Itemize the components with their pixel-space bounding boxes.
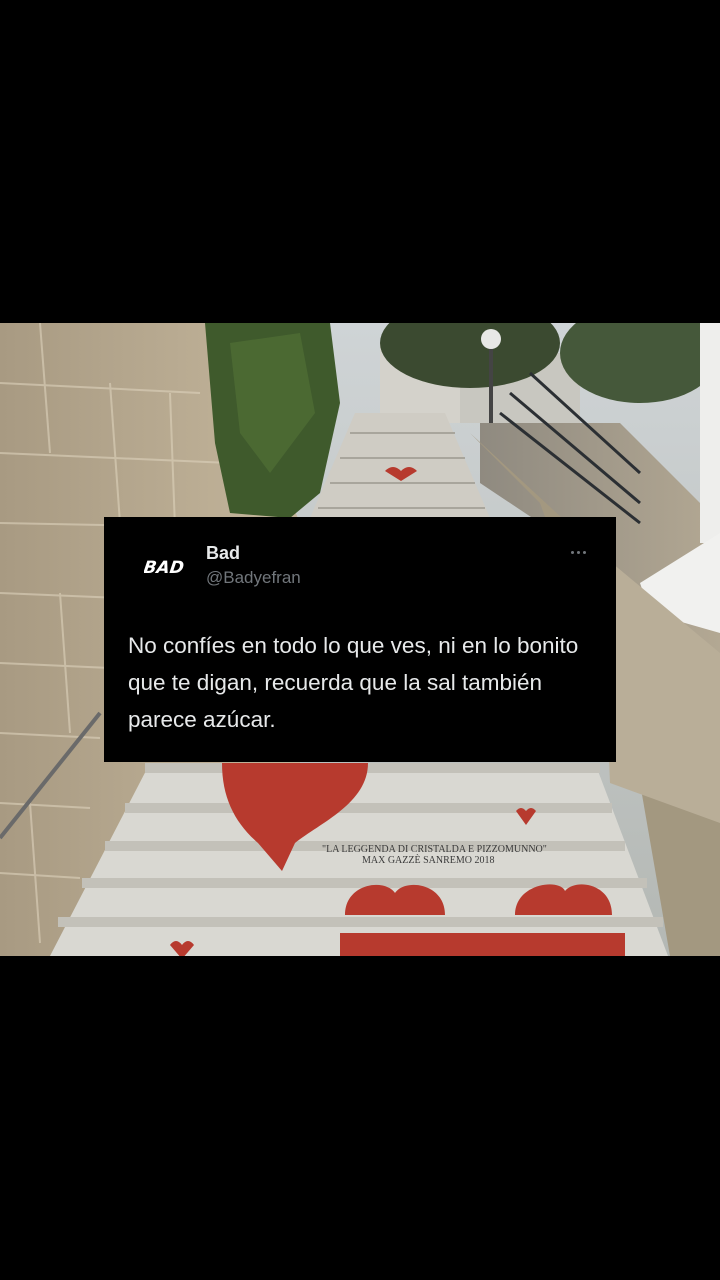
avatar[interactable]: BAD — [144, 551, 184, 581]
step-inscription-line1: "LA LEGGENDA DI CRISTALDA E PIZZOMUNNO" — [322, 844, 547, 855]
avatar-logo: BAD — [144, 558, 184, 578]
display-name[interactable]: Bad — [206, 543, 240, 564]
user-handle[interactable]: @Badyefran — [206, 568, 301, 588]
more-options-button[interactable] — [566, 543, 590, 561]
more-horizontal-icon — [570, 550, 574, 554]
step-inscription-line2: MAX GAZZÈ SANREMO 2018 — [362, 854, 495, 866]
tweet-card[interactable]: BAD Bad @Badyefran No confíes en todo lo… — [104, 517, 616, 762]
tweet-text: No confíes en todo lo que ves, ni en lo … — [128, 633, 579, 732]
